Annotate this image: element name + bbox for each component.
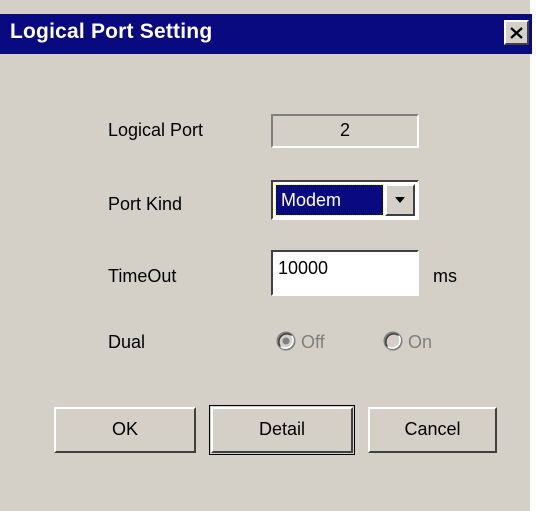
port-kind-selected-value[interactable]: Modem (275, 184, 384, 216)
dual-on-label[interactable]: On (408, 332, 432, 353)
dual-off-label[interactable]: Off (301, 332, 325, 353)
close-button[interactable] (504, 20, 529, 45)
logical-port-setting-dialog: Logical Port Setting Logical Port 2 Port… (0, 0, 532, 511)
logical-port-label: Logical Port (108, 120, 204, 140)
port-kind-label: Port Kind (108, 194, 183, 214)
port-kind-select[interactable]: Modem (271, 180, 419, 220)
logical-port-value: 2 (271, 114, 419, 148)
dual-off-radio[interactable] (276, 331, 296, 351)
dual-label: Dual (108, 332, 146, 352)
chevron-down-icon (395, 197, 405, 203)
timeout-unit: ms (433, 266, 457, 286)
cancel-button[interactable]: Cancel (368, 407, 497, 453)
title-bar[interactable]: Logical Port Setting (0, 14, 532, 54)
detail-button[interactable]: Detail (209, 405, 355, 455)
timeout-input[interactable]: 10000 (271, 250, 419, 296)
close-icon (510, 26, 523, 39)
port-kind-dropdown-button[interactable] (385, 184, 415, 216)
ok-button[interactable]: OK (54, 407, 196, 453)
timeout-label: TimeOut (108, 266, 177, 286)
dual-on-radio[interactable] (383, 331, 403, 351)
window-title: Logical Port Setting (10, 20, 213, 43)
